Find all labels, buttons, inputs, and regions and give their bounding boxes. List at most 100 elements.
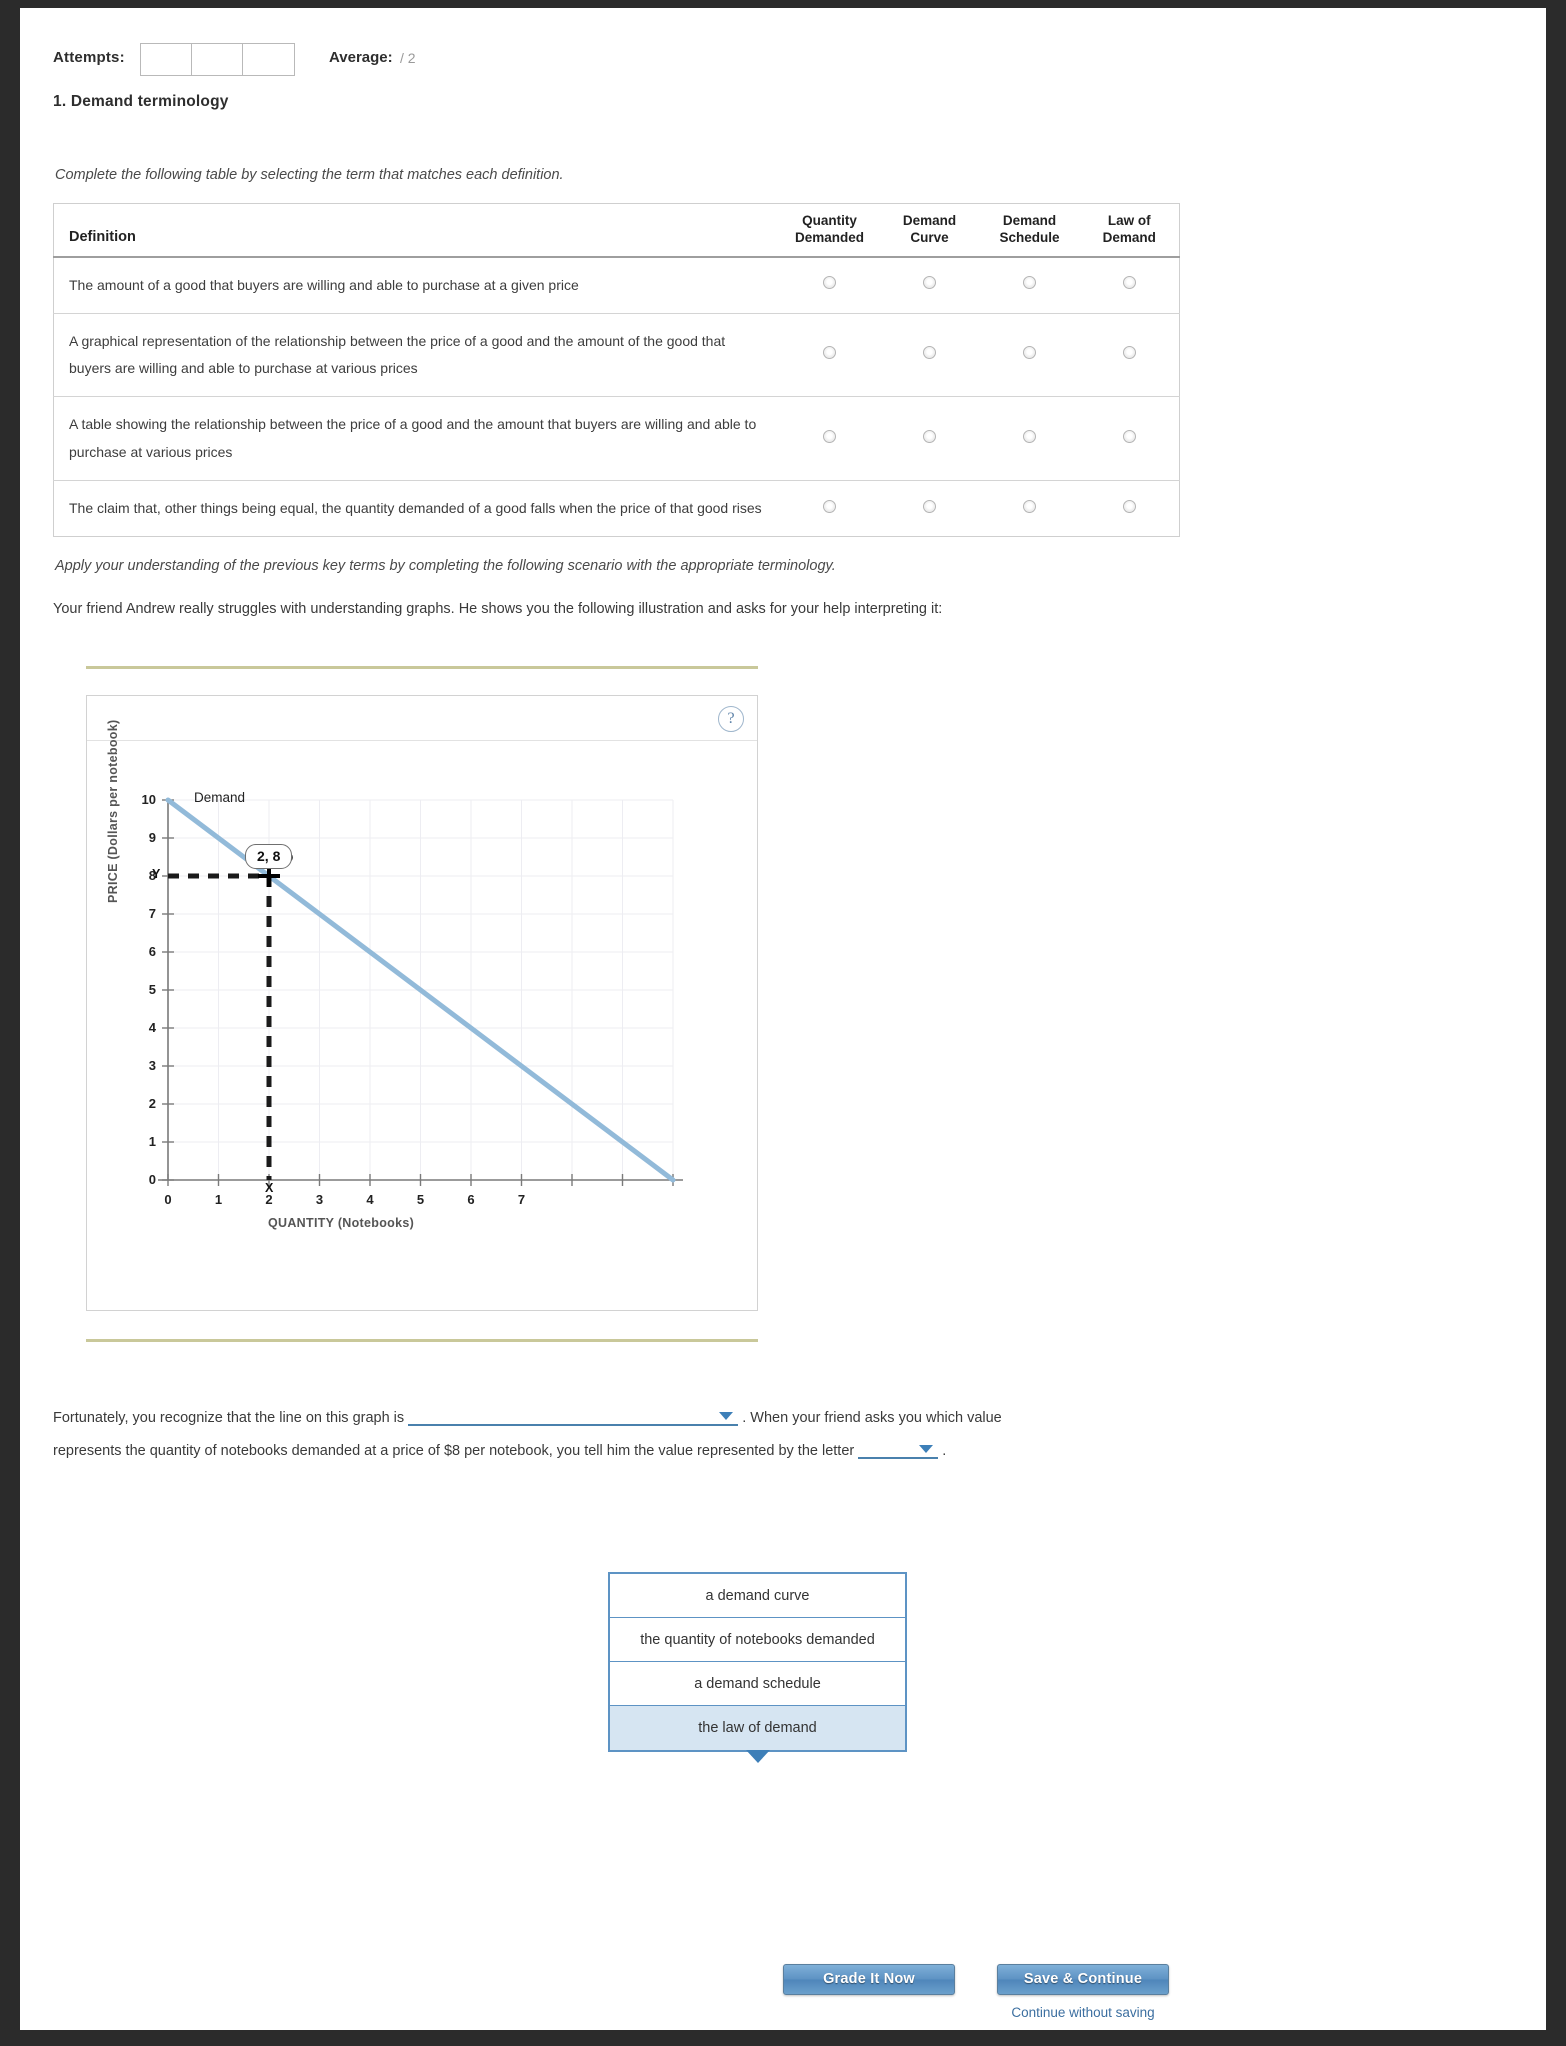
radio-cell[interactable] — [780, 313, 880, 397]
help-icon[interactable]: ? — [718, 706, 744, 732]
table-row: A table showing the relationship between… — [53, 397, 1180, 481]
graph-panel-toolbar: ? — [87, 696, 757, 741]
table-header: Definition Quantity Demanded Demand Curv… — [53, 203, 1180, 258]
radio-button-r3-c2[interactable] — [923, 429, 936, 443]
dropdown-option[interactable]: a demand schedule — [610, 1662, 905, 1706]
radio-cell[interactable] — [880, 397, 980, 481]
radio-button-r4-c3[interactable] — [1023, 499, 1036, 513]
attempt-box-1 — [141, 44, 192, 75]
column-header-demand-curve: Demand Curve — [879, 203, 980, 258]
radio-button-r1-c4[interactable] — [1122, 276, 1136, 290]
radio-cell[interactable] — [880, 257, 980, 314]
radio-button-r4-c2[interactable] — [923, 499, 936, 513]
radio-cell[interactable] — [1080, 313, 1180, 397]
definition-cell: The amount of a good that buyers are wil… — [69, 276, 579, 293]
attempts-label: Attempts: — [53, 49, 125, 66]
x-tick-label: 5 — [416, 1192, 425, 1207]
dropdown-pointer-icon — [745, 1750, 770, 1763]
dropdown-option[interactable]: the law of demand — [610, 1706, 905, 1750]
definition-matching-table: Definition Quantity Demanded Demand Curv… — [53, 203, 1180, 538]
continue-without-saving-link[interactable]: Continue without saving — [997, 2005, 1169, 2020]
demand-chart: 0 1 2 3 4 5 6 7 8 9 10 0 1 2 3 4 5 6 7 QUANTITY (Notebooks)… — [87, 719, 757, 1311]
term-dropdown-menu[interactable]: a demand curve the quantity of notebooks … — [608, 1572, 907, 1763]
attempt-box-3 — [243, 44, 294, 75]
grade-it-now-button[interactable]: Grade It Now — [783, 1964, 955, 1995]
radio-cell[interactable] — [1080, 257, 1180, 314]
fill-in-line-1: Fortunately, you recognize that the line… — [53, 1405, 1002, 1426]
radio-cell[interactable] — [780, 397, 880, 481]
y-tick-label: 9 — [148, 830, 156, 845]
table-instructions: Complete the following table by selectin… — [55, 167, 564, 183]
dropdown-option[interactable]: a demand curve — [610, 1574, 905, 1618]
attempts-header: Attempts: Average: / 2 — [20, 8, 1546, 108]
radio-cell[interactable] — [880, 313, 980, 397]
fill-in-line-1-after: . When your friend asks you which value — [742, 1410, 1002, 1426]
radio-cell[interactable] — [1080, 397, 1180, 481]
average-label: Average: — [329, 49, 393, 66]
attempts-boxes — [140, 43, 295, 76]
header-line-2: Schedule — [999, 230, 1060, 246]
table-row: The amount of a good that buyers are wil… — [53, 257, 1180, 314]
attempt-box-2 — [192, 44, 243, 75]
radio-button-r4-c1[interactable] — [823, 499, 836, 513]
fill-in-line-2-before: represents the quantity of notebooks dem… — [53, 1443, 855, 1459]
x-tick-label: 7 — [517, 1192, 526, 1207]
fill-in-line-1-before: Fortunately, you recognize that the line… — [53, 1410, 405, 1426]
graph-panel: ? 0 1 2 3 4 5 6 7 8 9 10 0 1 2 3 4 5 6 7 QUANTITY (Notebook… — [86, 695, 758, 1311]
radio-cell[interactable] — [980, 397, 1080, 481]
radio-button-r1-c1[interactable] — [823, 276, 836, 290]
radio-cell[interactable] — [780, 481, 880, 537]
y-tick-label: 4 — [148, 1020, 156, 1035]
column-header-law-of-demand: Law of Demand — [1079, 203, 1180, 258]
y-tick-label: 7 — [148, 906, 156, 921]
column-header-demand-schedule: Demand Schedule — [979, 203, 1080, 258]
series-label-demand: Demand — [194, 790, 246, 805]
radio-cell[interactable] — [880, 481, 980, 537]
radio-button-r2-c2[interactable] — [923, 346, 936, 360]
radio-button-r1-c2[interactable] — [923, 276, 936, 290]
line-type-select[interactable] — [408, 1405, 739, 1426]
letter-select[interactable] — [858, 1438, 939, 1459]
table-row: A graphical representation of the relati… — [53, 313, 1180, 397]
column-header-quantity-demanded: Quantity Demanded — [779, 203, 880, 258]
radio-button-r3-c1[interactable] — [823, 429, 836, 443]
radio-button-r3-c3[interactable] — [1023, 429, 1036, 443]
y-tick-label: 10 — [141, 792, 156, 807]
radio-cell[interactable] — [980, 481, 1080, 537]
fill-in-line-2-after: . — [942, 1443, 947, 1459]
fill-in-line-2: represents the quantity of notebooks dem… — [53, 1438, 946, 1459]
radio-button-r2-c1[interactable] — [823, 346, 836, 360]
header-line-1: Demand — [902, 213, 957, 228]
page-title: 1. Demand terminology — [53, 93, 229, 110]
radio-button-r2-c3[interactable] — [1023, 346, 1036, 360]
x-tick-label: 4 — [366, 1192, 374, 1207]
x-tick-label: 1 — [214, 1192, 223, 1207]
y-axis-title: PRICE (Dollars per notebook) — [106, 719, 120, 903]
radio-button-r3-c4[interactable] — [1122, 429, 1136, 443]
average-value: / 2 — [400, 50, 416, 66]
x-tick-label: 6 — [467, 1192, 475, 1207]
assignment-page: Attempts: Average: / 2 1. Demand termino… — [20, 8, 1546, 2030]
dropdown-option[interactable]: the quantity of notebooks demanded — [610, 1618, 905, 1662]
radio-button-r4-c4[interactable] — [1122, 499, 1136, 513]
divider-top — [86, 666, 758, 669]
radio-cell[interactable] — [780, 257, 880, 314]
table-body: The amount of a good that buyers are wil… — [53, 257, 1180, 537]
header-line-1: Law of — [1107, 213, 1151, 228]
chevron-down-icon — [719, 1412, 734, 1420]
x-tick-label: 3 — [315, 1192, 324, 1207]
radio-cell[interactable] — [980, 257, 1080, 314]
header-line-1: Quantity — [802, 213, 857, 228]
radio-button-r2-c4[interactable] — [1122, 346, 1136, 360]
definition-cell: A graphical representation of the relati… — [69, 332, 726, 377]
header-line-2: Curve — [910, 230, 949, 246]
header-line-2: Demanded — [794, 230, 865, 246]
definition-cell: A table showing the relationship between… — [69, 416, 757, 460]
save-and-continue-button[interactable]: Save & Continue — [997, 1964, 1169, 1995]
apply-instructions: Apply your understanding of the previous… — [55, 558, 836, 574]
radio-button-r1-c3[interactable] — [1023, 276, 1036, 290]
y-tick-label: 0 — [148, 1172, 156, 1187]
dropdown-options-list: a demand curve the quantity of notebooks … — [610, 1574, 905, 1750]
radio-cell[interactable] — [1080, 481, 1180, 537]
radio-cell[interactable] — [980, 313, 1080, 397]
